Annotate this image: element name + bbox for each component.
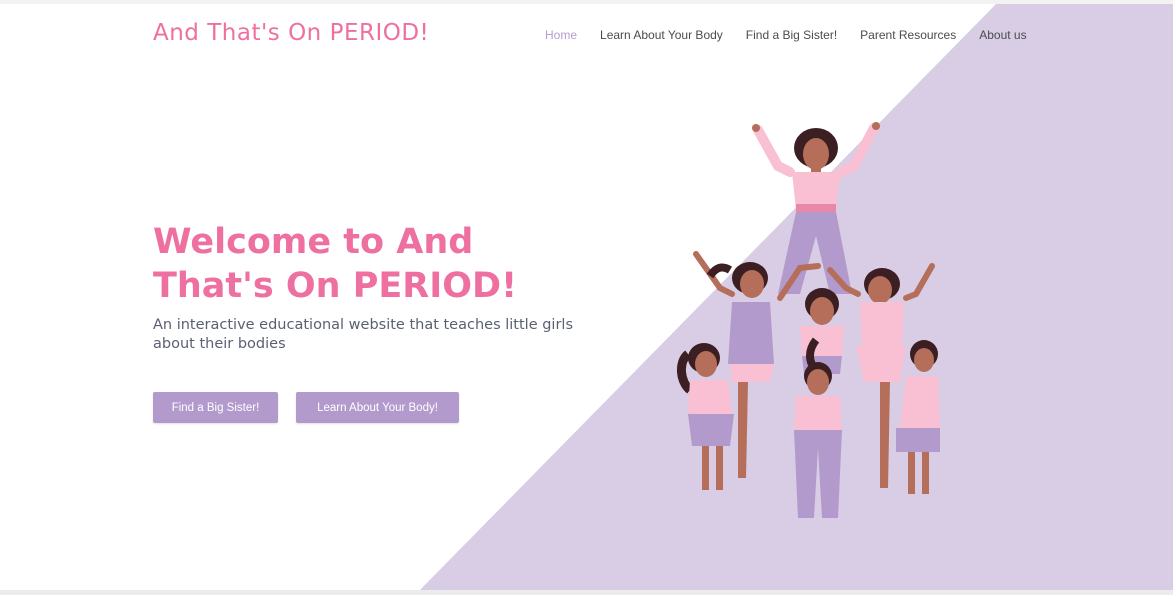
site-brand-logo[interactable]: And That's On PERIOD! <box>153 20 429 46</box>
find-a-big-sister-button[interactable]: Find a Big Sister! <box>153 392 278 423</box>
hero-title-line1: Welcome to And <box>153 222 474 262</box>
learn-about-your-body-button[interactable]: Learn About Your Body! <box>296 392 459 423</box>
nav-item-learn-about-your-body[interactable]: Learn About Your Body <box>600 28 723 42</box>
nav-item-home[interactable]: Home <box>545 28 577 42</box>
hero-title: Welcome to And That's On PERIOD! <box>153 220 593 308</box>
page: And That's On PERIOD! Home Learn About Y… <box>0 0 1173 595</box>
top-border <box>0 0 1173 4</box>
hero-subtitle: An interactive educational website that … <box>153 317 573 352</box>
main-nav: Home Learn About Your Body Find a Big Si… <box>545 28 1050 42</box>
nav-item-find-a-big-sister[interactable]: Find a Big Sister! <box>746 28 837 42</box>
far-left-girl-figure <box>677 343 734 490</box>
nav-item-parent-resources[interactable]: Parent Resources <box>860 28 956 42</box>
nav-item-about-us[interactable]: About us <box>979 28 1026 42</box>
girls-pyramid-illustration <box>677 122 940 518</box>
bottom-border <box>0 590 1173 595</box>
hero-title-line2: That's On PERIOD! <box>153 266 518 306</box>
